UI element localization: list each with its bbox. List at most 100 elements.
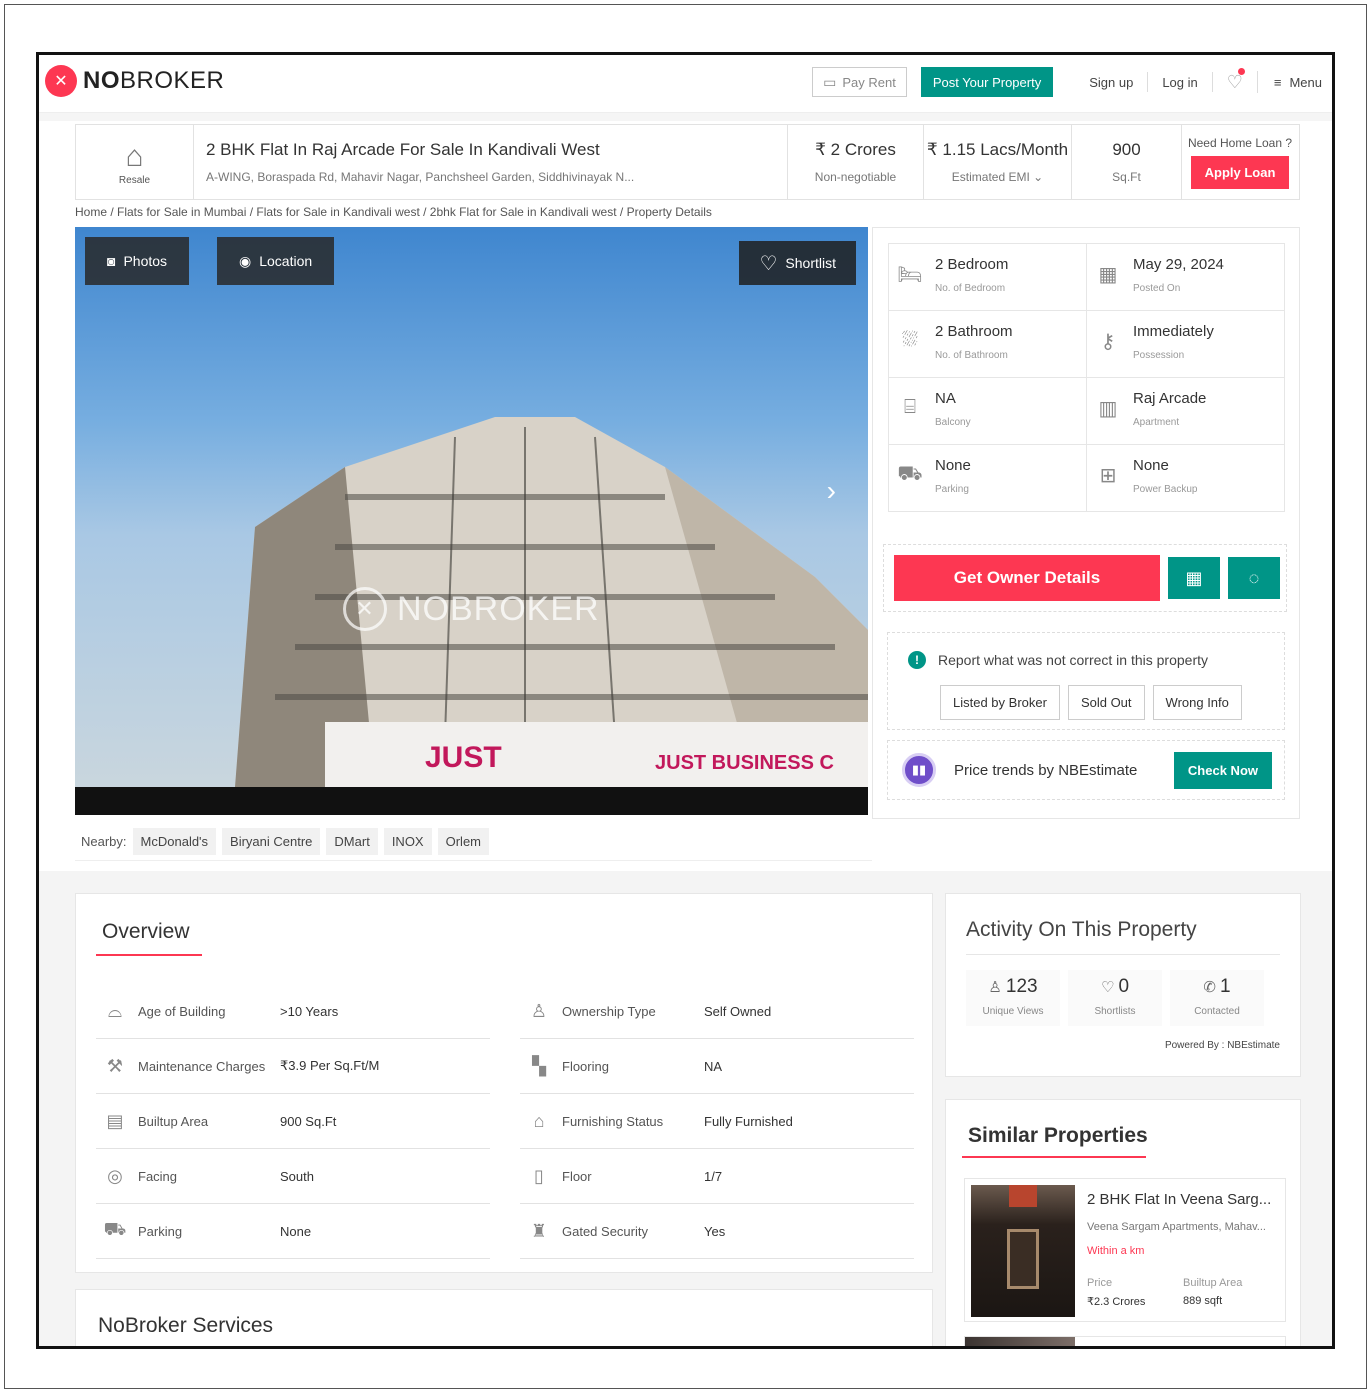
report-prompt: ! Report what was not correct in this pr…	[908, 651, 1208, 669]
overview-section: Overview ⌓ Age of Building >10 Years ♙ Ow…	[75, 893, 933, 1273]
logo-text: NOBROKER	[83, 67, 225, 94]
key-icon: ⚷	[1100, 331, 1116, 353]
chat-icon: ◌	[1248, 567, 1260, 588]
powered-by: Powered By : NBEstimate	[1164, 1040, 1280, 1051]
overview-row-security: ♜ Gated Security Yes	[520, 1204, 914, 1259]
fact-possession: ⚷ Immediately Possession	[1086, 310, 1285, 378]
log-in-link[interactable]: Log in	[1148, 72, 1213, 92]
fact-balcony: ⌸ NA Balcony	[888, 377, 1087, 445]
overview-row-furnishing: ⌂ Furnishing Status Fully Furnished	[520, 1094, 914, 1149]
emi-block[interactable]: ₹ 1.15 Lacs/Month Estimated EMI ⌄	[924, 125, 1072, 199]
check-now-button[interactable]: Check Now	[1173, 752, 1272, 789]
menu-button[interactable]: ≡ Menu	[1258, 75, 1322, 90]
location-button[interactable]: ◉ Location	[217, 237, 335, 285]
similar-property-card[interactable]: 2 BHK Flat In Veena Sarg... Veena Sargam…	[964, 1178, 1286, 1322]
area-block: 900 Sq.Ft	[1072, 125, 1182, 199]
photos-button[interactable]: ◙ Photos	[85, 237, 190, 285]
similar-card-subtitle: Veena Sargam Apartments, Mahav...	[1087, 1221, 1266, 1233]
report-options: Listed by Broker Sold Out Wrong Info	[940, 685, 1242, 720]
heart-icon: ♡	[759, 252, 778, 275]
floor-icon: ▯	[534, 1165, 544, 1186]
camera-icon: ◙	[107, 253, 116, 269]
apply-loan-button[interactable]: Apply Loan	[1190, 155, 1290, 189]
similar-property-photo	[971, 1185, 1075, 1317]
get-owner-details-button[interactable]: Get Owner Details	[894, 555, 1160, 601]
building-photo: JUST JUST BUSINESS C	[235, 417, 868, 787]
area-unit: Sq.Ft	[1112, 170, 1141, 184]
similar-property-card[interactable]	[964, 1336, 1286, 1346]
heart-icon: ♡	[1100, 979, 1115, 996]
nearby-chip[interactable]: McDonald's	[132, 828, 217, 855]
report-sold-out-button[interactable]: Sold Out	[1067, 685, 1145, 720]
photos-label: Photos	[123, 253, 168, 269]
bathtub-icon: ⛆	[902, 329, 918, 351]
overview-row-maintenance: ⚒ Maintenance Charges ₹3.9 Per Sq.Ft/M	[96, 1039, 490, 1094]
header-nav: ▭ Pay Rent Post Your Property Sign up Lo…	[812, 67, 1322, 97]
property-title: 2 BHK Flat In Raj Arcade For Sale In Kan…	[206, 140, 600, 159]
price-trend-box: ▮▮ Price trends by NBEstimate Check Now	[887, 740, 1285, 800]
nearby-chip[interactable]: DMart	[326, 828, 378, 855]
report-box: ! Report what was not correct in this pr…	[887, 632, 1285, 730]
breadcrumb[interactable]: Home / Flats for Sale in Mumbai / Flats …	[75, 205, 712, 219]
services-title: NoBroker Services	[98, 1314, 274, 1337]
location-label: Location	[259, 253, 313, 269]
post-property-button[interactable]: Post Your Property	[920, 67, 1054, 97]
nearby-chip[interactable]: INOX	[383, 828, 432, 855]
similar-properties-section: Similar Properties 2 BHK Flat In Veena S…	[945, 1099, 1301, 1346]
car-icon: ⛟	[897, 463, 923, 485]
browser-viewport: ✕ NOBROKER ▭ Pay Rent Post Your Property…	[36, 52, 1335, 1349]
area-value: 900	[1112, 140, 1141, 159]
unique-views-stat: ♙ 123 Unique Views	[966, 970, 1060, 1026]
gallery-next-arrow-icon[interactable]: ›	[827, 475, 836, 507]
shortlist-button[interactable]: ♡ Shortlist	[739, 241, 856, 285]
chevron-down-icon: ⌄	[1033, 170, 1044, 184]
nearby-label: Nearby:	[81, 834, 127, 849]
nearby-places: Nearby: McDonald's Biryani Centre DMart …	[75, 823, 872, 861]
price-block: ₹ 2 Crores Non-negotiable	[788, 125, 924, 199]
contact-actions: Get Owner Details ▦ ◌	[883, 544, 1287, 612]
top-navbar: ✕ NOBROKER ▭ Pay Rent Post Your Property…	[39, 55, 1332, 113]
balcony-icon: ⌸	[904, 396, 916, 418]
card-icon: ▭	[823, 73, 837, 90]
overview-underline	[96, 954, 202, 956]
activity-stats: ♙ 123 Unique Views ♡ 0 Shortlists ✆ 1 Conta…	[966, 970, 1264, 1026]
nobroker-logo[interactable]: ✕ NOBROKER	[45, 65, 224, 97]
price-trend-text: Price trends by NBEstimate	[954, 761, 1138, 779]
resale-label: Resale	[118, 174, 151, 186]
shortlists-stat: ♡ 0 Shortlists	[1068, 970, 1162, 1026]
overview-grid: ⌓ Age of Building >10 Years ♙ Ownership T…	[96, 984, 914, 1259]
schedule-visit-button[interactable]: ▦	[1168, 557, 1220, 599]
nearby-chip[interactable]: Biryani Centre	[222, 828, 321, 855]
lower-content-area: Overview ⌓ Age of Building >10 Years ♙ Ow…	[39, 871, 1332, 1346]
phone-icon: ✆	[1203, 979, 1216, 996]
overview-row-floor: ▯ Floor 1/7	[520, 1149, 914, 1204]
overview-row-flooring: ▚ Flooring NA	[520, 1039, 914, 1094]
logo-mark-icon: ✕	[45, 65, 77, 97]
owner-icon: ♙	[530, 1000, 548, 1021]
sign-up-link[interactable]: Sign up	[1075, 72, 1149, 92]
gallery-watermark: ✕ NOBROKER	[343, 587, 600, 631]
guard-icon: ♜	[530, 1220, 548, 1241]
overview-row-parking: ⛟ Parking None	[96, 1204, 490, 1259]
report-listed-by-broker-button[interactable]: Listed by Broker	[940, 685, 1060, 720]
report-wrong-info-button[interactable]: Wrong Info	[1152, 685, 1242, 720]
pay-rent-button[interactable]: ▭ Pay Rent	[812, 67, 907, 97]
similar-property-photo	[965, 1337, 1075, 1346]
activity-section: Activity On This Property ♙ 123 Unique Vi…	[945, 893, 1301, 1077]
nearby-chip[interactable]: Orlem	[437, 828, 489, 855]
apartment-icon: ▥	[1098, 398, 1118, 420]
overview-row-ownership: ♙ Ownership Type Self Owned	[520, 984, 914, 1039]
emi-note: Estimated EMI ⌄	[951, 170, 1044, 184]
compass-icon: ◉	[239, 252, 252, 269]
car-icon: ⛟	[103, 1219, 127, 1239]
gallery-bottom-bar	[75, 787, 868, 815]
fact-bathroom: ⛆ 2 Bathroom No. of Bathroom	[888, 310, 1087, 378]
sign-text-left: JUST	[425, 741, 502, 774]
property-title-bar: ⌂ Resale 2 BHK Flat In Raj Arcade For Sa…	[75, 124, 1300, 200]
calendar-icon: ▦	[1098, 264, 1118, 286]
chat-button[interactable]: ◌	[1228, 557, 1280, 599]
user-icon: ♙	[988, 979, 1002, 996]
photo-gallery[interactable]: JUST JUST BUSINESS C ◙ Photos ◉ Location…	[75, 227, 868, 815]
shortlist-heart-icon[interactable]: ♡	[1213, 68, 1258, 93]
bed-icon: 🛏	[897, 264, 923, 286]
